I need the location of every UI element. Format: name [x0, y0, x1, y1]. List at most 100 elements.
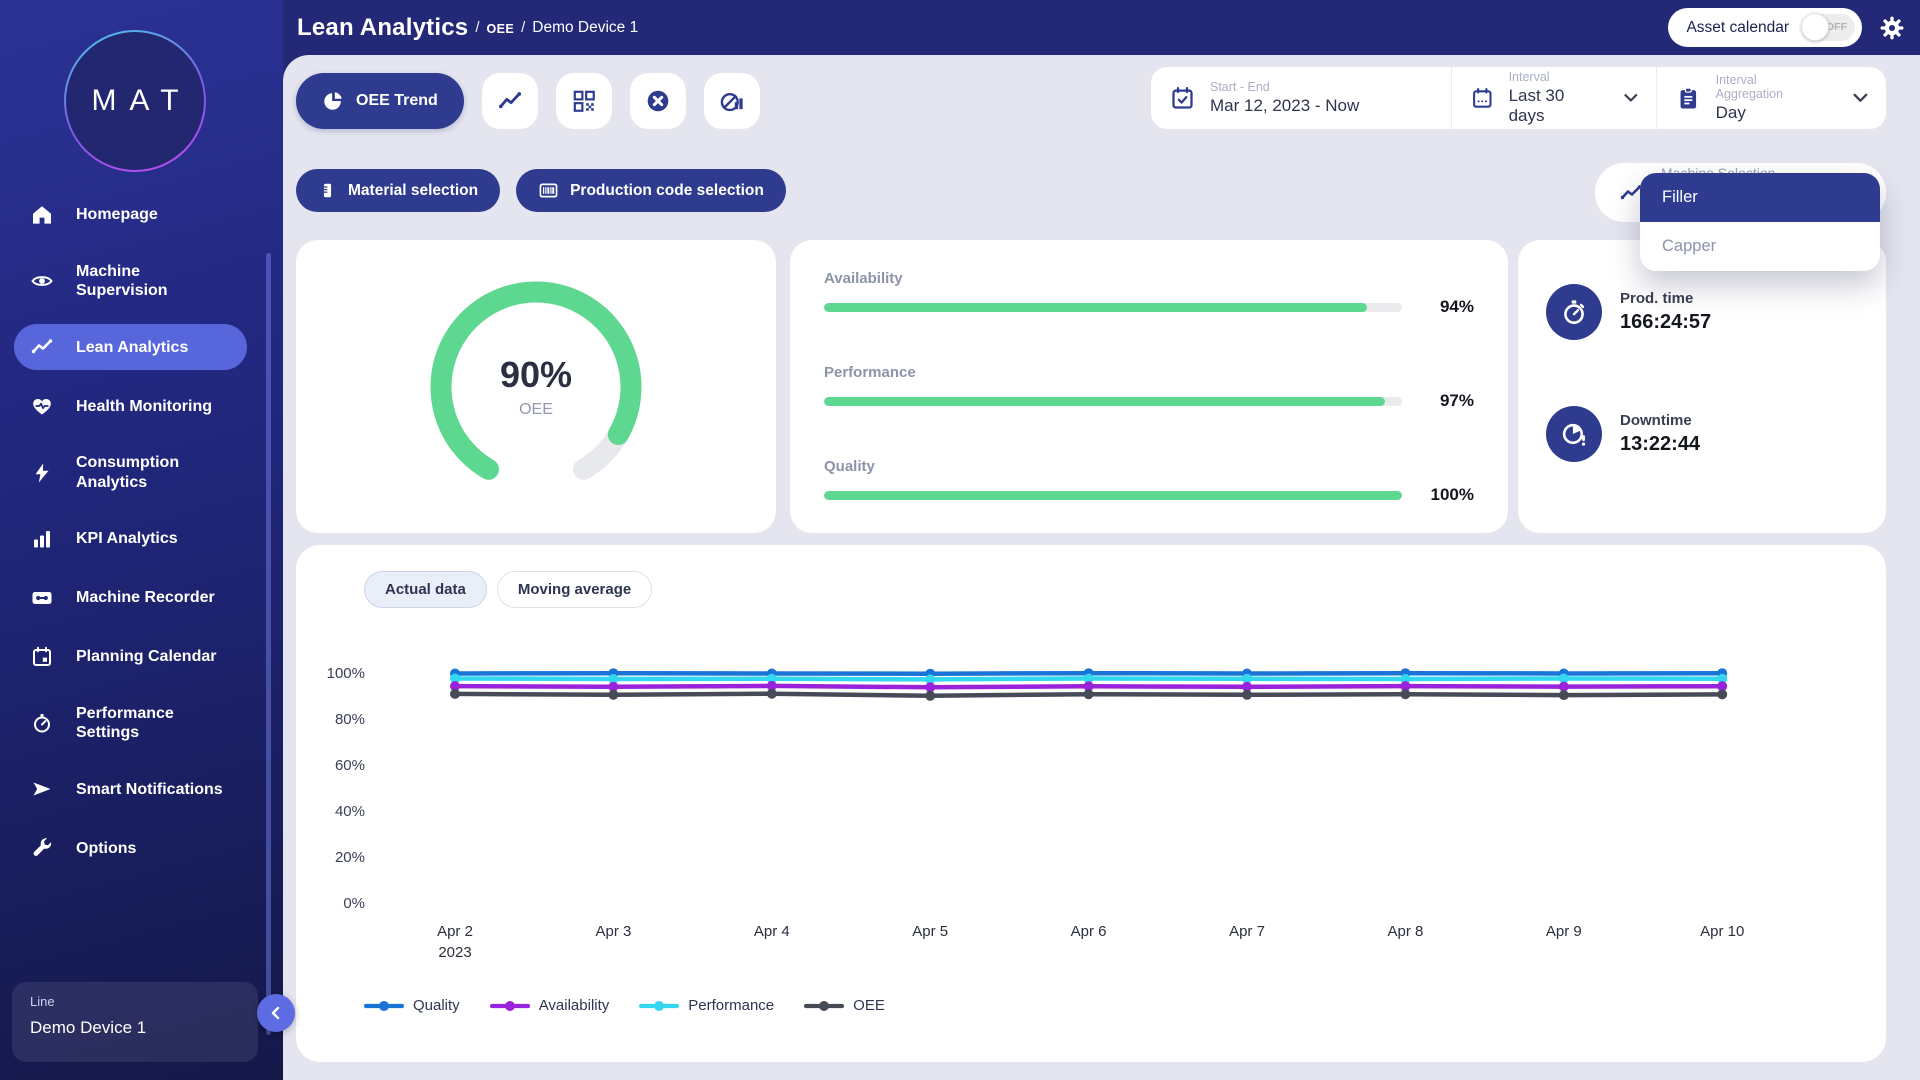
sidebar-item-label: Homepage [76, 205, 228, 224]
svg-text:Apr 8: Apr 8 [1387, 923, 1423, 940]
sidebar-collapse-button[interactable] [257, 994, 295, 1032]
svg-text:Apr 3: Apr 3 [595, 923, 631, 940]
legend-marker-icon [804, 1000, 844, 1012]
view-toolbar: OEE Trend [296, 73, 760, 129]
interval-aggregation-selector[interactable]: Interval Aggregation Day [1656, 67, 1886, 129]
chevron-down-icon [1853, 93, 1868, 103]
legend-item-performance[interactable]: Performance [639, 997, 774, 1014]
asset-calendar-switch[interactable]: OFF [1801, 14, 1855, 41]
sidebar-item-machine-supervision[interactable]: Machine Supervision [14, 251, 247, 311]
sidebar-item-options[interactable]: Options [14, 825, 247, 871]
sidebar-item-kpi-analytics[interactable]: KPI Analytics [14, 516, 247, 562]
oee-loss-view-button[interactable] [704, 73, 760, 129]
losses-view-button[interactable] [630, 73, 686, 129]
device-card[interactable]: Line Demo Device 1 [12, 982, 258, 1062]
dropdown-option-filler[interactable]: Filler [1640, 173, 1880, 222]
downtime-row: Downtime 13:22:44 [1546, 406, 1858, 462]
svg-text:Apr 2: Apr 2 [437, 923, 473, 940]
production-code-view-button[interactable] [556, 73, 612, 129]
production-code-selection-label: Production code selection [570, 182, 764, 200]
performance-metric: Performance 97% [824, 364, 1474, 411]
legend-label: Availability [539, 997, 610, 1014]
interval-aggregation-texts: Interval Aggregation Day [1716, 73, 1826, 123]
availability-value: 94% [1418, 297, 1474, 317]
asset-calendar-toggle-pill[interactable]: Asset calendar OFF [1668, 8, 1862, 47]
sidebar-item-health-monitoring[interactable]: Health Monitoring [14, 383, 247, 429]
interval-aggregation-value: Day [1716, 103, 1826, 123]
tab-actual-data[interactable]: Actual data [364, 571, 487, 608]
performance-bar-fill [824, 397, 1385, 406]
kpi-row: 90% OEE Availability 94% Performance [283, 240, 1920, 533]
calendar-check-icon [1169, 85, 1196, 112]
material-selection-button[interactable]: Material selection [296, 169, 500, 212]
clock-alert-icon [1559, 419, 1589, 449]
sidebar-scrollbar[interactable] [266, 253, 271, 1035]
calendar-days-icon [1470, 85, 1495, 112]
settings-gear-icon[interactable] [1878, 14, 1906, 42]
bar-chart-icon [30, 527, 54, 551]
sidebar-item-label: Smart Notifications [76, 780, 228, 799]
toggle-knob [1801, 13, 1829, 41]
trend-line-chart: 100%80%60%40%20%0%Apr 22023Apr 3Apr 4Apr… [296, 640, 1886, 985]
tab-moving-average[interactable]: Moving average [497, 571, 652, 608]
production-code-selection-button[interactable]: Production code selection [516, 169, 786, 212]
interval-selector[interactable]: Interval Last 30 days [1451, 67, 1656, 129]
sidebar-item-label: KPI Analytics [76, 529, 228, 548]
sidebar-item-lean-analytics[interactable]: Lean Analytics [14, 324, 247, 370]
chevron-down-icon [1624, 93, 1638, 103]
svg-text:2023: 2023 [438, 944, 471, 961]
dropdown-option-capper[interactable]: Capper [1640, 222, 1880, 271]
prod-time-value: 166:24:57 [1620, 311, 1711, 334]
legend-item-quality[interactable]: Quality [364, 997, 460, 1014]
sidebar-item-label: Planning Calendar [76, 647, 228, 666]
gauge-value: 90% [500, 354, 572, 396]
sidebar-item-label: Performance Settings [76, 704, 228, 742]
sidebar-item-smart-notifications[interactable]: Smart Notifications [14, 766, 247, 812]
trend-chart-card: Actual data Moving average 100%80%60%40%… [296, 545, 1886, 1062]
top-header: Lean Analytics / OEE / Demo Device 1 Ass… [283, 0, 1920, 55]
svg-text:Apr 5: Apr 5 [912, 923, 948, 940]
line-chart-icon [497, 88, 523, 114]
start-end-value: Mar 12, 2023 - Now [1210, 96, 1359, 116]
performance-value: 97% [1418, 391, 1474, 411]
sidebar-item-consumption-analytics[interactable]: Consumption Analytics [14, 442, 247, 502]
time-summary-card: Prod. time 166:24:57 Downtime 13:22:44 [1518, 240, 1886, 533]
chevron-left-icon [270, 1006, 282, 1020]
date-controls-card: Start - End Mar 12, 2023 - Now Interval … [1151, 67, 1886, 129]
start-end-label: Start - End [1210, 80, 1359, 94]
sidebar-item-label: Machine Recorder [76, 588, 228, 607]
device-card-label: Line [30, 994, 240, 1009]
start-end-selector[interactable]: Start - End Mar 12, 2023 - Now [1151, 67, 1451, 129]
downtime-icon-circle [1546, 406, 1602, 462]
start-end-texts: Start - End Mar 12, 2023 - Now [1210, 80, 1359, 116]
sidebar-item-planning-calendar[interactable]: Planning Calendar [14, 634, 247, 680]
downtime-texts: Downtime 13:22:44 [1620, 412, 1700, 456]
sidebar-item-performance-settings[interactable]: Performance Settings [14, 693, 247, 753]
breadcrumb-separator: / [475, 19, 479, 36]
topbar-right: Asset calendar OFF [1668, 8, 1906, 47]
interval-aggregation-label: Interval Aggregation [1716, 73, 1826, 101]
availability-metric: Availability 94% [824, 270, 1474, 317]
calendar-icon [30, 645, 54, 669]
gauge-label: OEE [519, 401, 553, 419]
legend-label: Performance [688, 997, 774, 1014]
svg-text:60%: 60% [335, 757, 365, 774]
sidebar-item-homepage[interactable]: Homepage [14, 192, 247, 238]
oee-trend-button[interactable]: OEE Trend [296, 73, 464, 129]
legend-item-availability[interactable]: Availability [490, 997, 610, 1014]
mat-logo: MAT [64, 30, 206, 172]
wrench-icon [30, 836, 54, 860]
sidebar-item-label: Health Monitoring [76, 397, 228, 416]
legend-item-oee[interactable]: OEE [804, 997, 885, 1014]
quality-value: 100% [1418, 485, 1474, 505]
sidebar-item-machine-recorder[interactable]: Machine Recorder [14, 575, 247, 621]
chart-tabs: Actual data Moving average [364, 571, 652, 608]
interval-texts: Interval Last 30 days [1509, 70, 1597, 126]
trend-view-button[interactable] [482, 73, 538, 129]
svg-text:40%: 40% [335, 803, 365, 820]
svg-text:Apr 6: Apr 6 [1071, 923, 1107, 940]
quality-label: Quality [824, 458, 1474, 475]
stopwatch-icon [30, 711, 54, 735]
availability-bar-track [824, 303, 1402, 312]
svg-text:80%: 80% [335, 711, 365, 728]
